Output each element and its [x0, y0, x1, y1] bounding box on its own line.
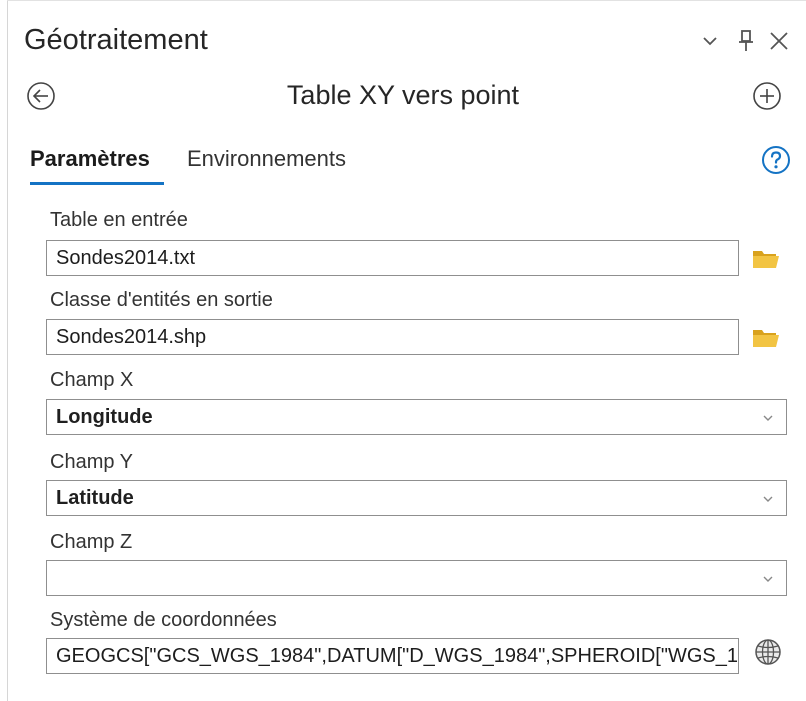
chevron-down-icon: [763, 415, 773, 421]
chevron-down-icon: [703, 37, 717, 46]
field-y-label: Champ Y: [50, 451, 134, 473]
field-x-select[interactable]: Longitude: [46, 399, 787, 435]
tab-parameters[interactable]: Paramètres: [30, 146, 150, 172]
field-y-value: Latitude: [56, 487, 134, 509]
coord-system-label: Système de coordonnées: [50, 609, 277, 631]
output-class-label: Classe d'entités en sortie: [50, 289, 273, 311]
field-x-label: Champ X: [50, 369, 134, 391]
field-z-label: Champ Z: [50, 531, 133, 553]
output-class-field[interactable]: Sondes2014.shp: [46, 319, 739, 355]
help-icon[interactable]: [761, 145, 791, 175]
pin-button[interactable]: [734, 26, 758, 56]
close-icon: [770, 32, 788, 50]
globe-icon[interactable]: [753, 637, 783, 667]
field-y-select[interactable]: Latitude: [46, 480, 787, 516]
options-button[interactable]: [696, 26, 724, 56]
field-x-value: Longitude: [56, 406, 153, 428]
field-z-select[interactable]: [46, 560, 787, 596]
input-table-label: Table en entrée: [50, 209, 188, 231]
folder-icon[interactable]: [751, 247, 781, 271]
chevron-down-icon: [763, 576, 773, 582]
active-tab-indicator: [30, 182, 164, 185]
coord-system-field[interactable]: GEOGCS["GCS_WGS_1984",DATUM["D_WGS_1984"…: [46, 638, 739, 674]
folder-icon[interactable]: [751, 326, 781, 350]
pane-title: Géotraitement: [24, 24, 208, 56]
add-icon[interactable]: [752, 81, 782, 111]
pane-top-border: [7, 0, 806, 1]
tool-title: Table XY vers point: [286, 80, 520, 110]
tool-header: Table XY vers point: [0, 78, 806, 118]
close-button[interactable]: [764, 26, 794, 56]
input-table-field[interactable]: Sondes2014.txt: [46, 240, 739, 276]
tab-environments[interactable]: Environnements: [187, 146, 346, 172]
chevron-down-icon: [763, 496, 773, 502]
pin-icon: [739, 30, 753, 51]
